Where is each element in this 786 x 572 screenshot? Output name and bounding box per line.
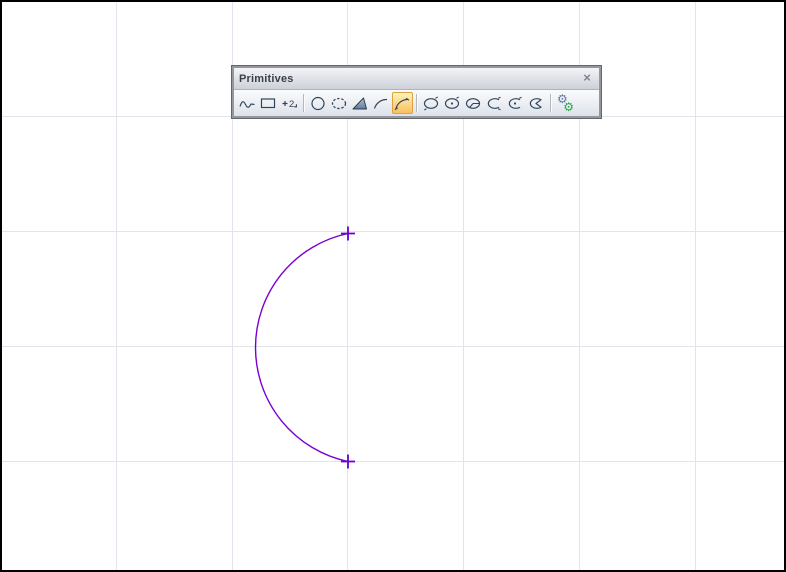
arc-endpoint-markers[interactable] [341,226,355,469]
tool-arc-simple[interactable] [371,92,392,114]
tool-freehand-blob[interactable] [329,92,350,114]
toolbar-separator [303,94,305,112]
tool-elliptical-arc[interactable] [484,92,505,114]
tool-polyline[interactable] [237,92,258,114]
arc-shape[interactable] [254,232,349,463]
tool-insert-vertex[interactable]: 2 [279,92,300,114]
elliptical-arc-icon [487,96,501,110]
rectangle-icon [260,97,276,108]
tool-pie-wedge[interactable] [526,92,547,114]
canvas[interactable]: Primitives × 2 ⚙ ⚙ [0,0,786,572]
insert-vertex-icon: 2 [282,99,297,110]
circle-icon [311,96,325,110]
ellipse-icon [423,96,439,110]
tool-arc-endpoints[interactable] [392,92,413,114]
tool-circle[interactable] [308,92,329,114]
ellipse-pie-icon [465,97,481,109]
arc-icon [373,98,388,109]
freehand-blob-icon [331,97,347,109]
tool-gears[interactable]: ⚙ ⚙ [555,92,576,114]
ellipse-center-icon [444,96,460,109]
toolbar-icon-row: 2 ⚙ ⚙ [234,90,599,116]
tool-rectangle[interactable] [258,92,279,114]
arc-endpoints-icon [394,97,410,110]
tool-elliptical-arc-center[interactable] [505,92,526,114]
close-icon[interactable]: × [580,71,594,86]
toolbar-title: Primitives [239,72,294,85]
tool-triangle[interactable] [350,92,371,114]
pie-wedge-icon [529,97,542,109]
tool-ellipse-pie[interactable] [463,92,484,114]
triangle-icon [352,97,367,109]
primitives-toolbar[interactable]: Primitives × 2 ⚙ ⚙ [232,66,601,118]
toolbar-separator [416,94,418,112]
toolbar-titlebar[interactable]: Primitives × [234,68,599,90]
gear-icon: ⚙ [563,100,574,114]
toolbar-separator [550,94,552,112]
elliptical-arc-center-icon [508,96,522,109]
svg-text:2: 2 [289,99,294,110]
tool-ellipse[interactable] [421,92,442,114]
tool-ellipse-center[interactable] [442,92,463,114]
polyline-icon [239,100,255,108]
